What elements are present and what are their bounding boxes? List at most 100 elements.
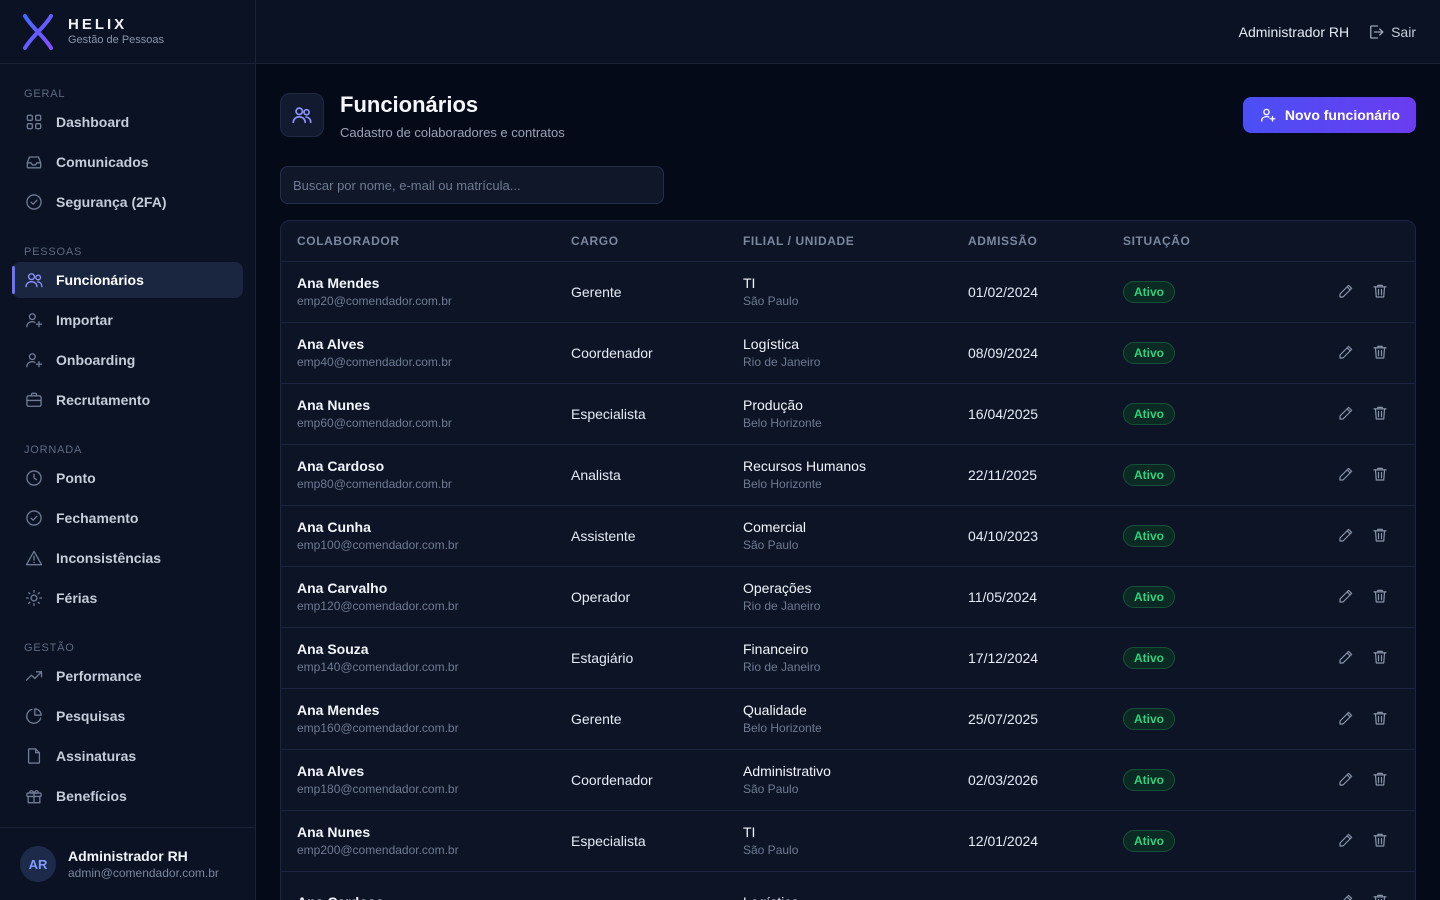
sidebar-item-ponto[interactable]: Ponto (12, 460, 243, 496)
trash-icon[interactable] (1371, 892, 1391, 900)
employee-name[interactable]: Ana Alves (297, 335, 571, 353)
cell-status: Ativo (1123, 281, 1303, 303)
status-badge: Ativo (1123, 525, 1175, 547)
employee-name[interactable]: Ana Cardoso (297, 457, 571, 475)
trash-icon[interactable] (1371, 282, 1391, 302)
sidebar-item-performance[interactable]: Performance (12, 658, 243, 694)
status-badge: Ativo (1123, 708, 1175, 730)
employee-name[interactable]: Ana Carvalho (297, 579, 571, 597)
employee-city: São Paulo (743, 843, 799, 857)
sidebar-item-pesquisas[interactable]: Pesquisas (12, 698, 243, 734)
sidebar-item-importar[interactable]: Importar (12, 302, 243, 338)
edit-icon[interactable] (1337, 343, 1357, 363)
sidebar-item-inconsistencias[interactable]: Inconsistências (12, 540, 243, 576)
employee-name[interactable]: Ana Nunes (297, 823, 571, 841)
employee-email: emp180@comendador.com.br (297, 782, 459, 796)
employee-email: emp120@comendador.com.br (297, 599, 459, 613)
sidebar-item-recrutamento[interactable]: Recrutamento (12, 382, 243, 418)
employee-name[interactable]: Ana Alves (297, 762, 571, 780)
cell-colaborador: Ana Carvalho emp120@comendador.com.br (281, 579, 571, 615)
edit-icon[interactable] (1337, 709, 1357, 729)
header-filial[interactable]: FILIAL / UNIDADE (743, 234, 968, 248)
sidebar-item-assinaturas[interactable]: Assinaturas (12, 738, 243, 774)
employee-name[interactable]: Ana Nunes (297, 396, 571, 414)
table-row[interactable]: Ana Souza emp140@comendador.com.br Estagiá… (281, 628, 1415, 689)
employee-name[interactable]: Ana Mendes (297, 274, 571, 292)
table-row[interactable]: Ana Cunha emp100@comendador.com.br Assiste… (281, 506, 1415, 567)
file-icon (24, 746, 44, 766)
table-row[interactable]: Ana Mendes emp160@comendador.com.br Gerent… (281, 689, 1415, 750)
edit-icon[interactable] (1337, 831, 1357, 851)
nav-section-label: GERAL (24, 88, 66, 100)
search-input[interactable] (280, 166, 664, 204)
trash-icon[interactable] (1371, 465, 1391, 485)
sidebar-user-email: admin@comendador.com.br (68, 865, 219, 880)
sidebar-item-dashboard[interactable]: Dashboard (12, 104, 243, 140)
edit-icon[interactable] (1337, 526, 1357, 546)
header-cargo[interactable]: CARGO (571, 234, 743, 248)
employee-role: Operador (571, 589, 631, 605)
sidebar-item-comunicados[interactable]: Comunicados (12, 144, 243, 180)
edit-icon[interactable] (1337, 587, 1357, 607)
trash-icon[interactable] (1371, 526, 1391, 546)
table-row[interactable]: Ana Nunes emp200@comendador.com.br Especia… (281, 811, 1415, 872)
employee-unit: TI (743, 824, 756, 840)
table-row[interactable]: Ana Alves emp40@comendador.com.br Coordena… (281, 323, 1415, 384)
sidebar-item-onboarding[interactable]: Onboarding (12, 342, 243, 378)
trash-icon[interactable] (1371, 648, 1391, 668)
table-row[interactable]: Ana Alves emp180@comendador.com.br Coorden… (281, 750, 1415, 811)
table-row[interactable]: Ana Cardoso Logística (281, 872, 1415, 900)
employee-role: Analista (571, 467, 621, 483)
sidebar-item-label: Performance (56, 668, 142, 684)
row-actions (1303, 465, 1415, 485)
sidebar-user-card[interactable]: AR Administrador RH admin@comendador.com… (0, 827, 255, 900)
edit-icon[interactable] (1337, 892, 1357, 900)
header-situacao[interactable]: SITUAÇÃO (1123, 234, 1303, 248)
new-employee-button[interactable]: Novo funcionário (1242, 97, 1416, 133)
employee-name[interactable]: Ana Cunha (297, 518, 571, 536)
logout-button[interactable]: Sair (1367, 23, 1416, 41)
cell-unit: Recursos Humanos Belo Horizonte (743, 457, 968, 493)
sidebar-item-ferias[interactable]: Férias (12, 580, 243, 616)
employee-name[interactable]: Ana Souza (297, 640, 571, 658)
employee-admission-date: 17/12/2024 (968, 650, 1039, 666)
sun-icon (24, 588, 44, 608)
trash-icon[interactable] (1371, 343, 1391, 363)
employee-city: Rio de Janeiro (743, 599, 821, 613)
table-row[interactable]: Ana Carvalho emp120@comendador.com.br Oper… (281, 567, 1415, 628)
cell-status: Ativo (1123, 708, 1303, 730)
header-colaborador[interactable]: COLABORADOR (281, 234, 571, 248)
status-badge: Ativo (1123, 342, 1175, 364)
sidebar-item-fechamento[interactable]: Fechamento (12, 500, 243, 536)
trash-icon[interactable] (1371, 770, 1391, 790)
table-row[interactable]: Ana Cardoso emp80@comendador.com.br Analis… (281, 445, 1415, 506)
employee-email: emp140@comendador.com.br (297, 660, 459, 674)
sidebar-item-beneficios[interactable]: Benefícios (12, 778, 243, 814)
table-row[interactable]: Ana Mendes emp20@comendador.com.br Gerente… (281, 262, 1415, 323)
row-actions (1303, 587, 1415, 607)
employee-unit: Financeiro (743, 641, 809, 657)
employee-city: Rio de Janeiro (743, 660, 821, 674)
header-admissao[interactable]: ADMISSÃO (968, 234, 1123, 248)
status-badge: Ativo (1123, 586, 1175, 608)
edit-icon[interactable] (1337, 770, 1357, 790)
trash-icon[interactable] (1371, 831, 1391, 851)
trash-icon[interactable] (1371, 404, 1391, 424)
trash-icon[interactable] (1371, 587, 1391, 607)
employee-city: Rio de Janeiro (743, 355, 821, 369)
edit-icon[interactable] (1337, 465, 1357, 485)
employee-city: Belo Horizonte (743, 721, 822, 735)
employee-unit: Recursos Humanos (743, 458, 866, 474)
employee-city: São Paulo (743, 538, 799, 552)
sidebar-item-funcionarios[interactable]: Funcionários (12, 262, 243, 298)
trash-icon[interactable] (1371, 709, 1391, 729)
employee-name[interactable]: Ana Cardoso (297, 893, 571, 900)
topbar-user-name[interactable]: Administrador RH (1239, 24, 1349, 40)
edit-icon[interactable] (1337, 282, 1357, 302)
sidebar-item-seguranca-2fa[interactable]: Segurança (2FA) (12, 184, 243, 220)
table-row[interactable]: Ana Nunes emp60@comendador.com.br Especial… (281, 384, 1415, 445)
edit-icon[interactable] (1337, 648, 1357, 668)
brand[interactable]: HELIX Gestão de Pessoas (0, 0, 255, 64)
employee-name[interactable]: Ana Mendes (297, 701, 571, 719)
edit-icon[interactable] (1337, 404, 1357, 424)
